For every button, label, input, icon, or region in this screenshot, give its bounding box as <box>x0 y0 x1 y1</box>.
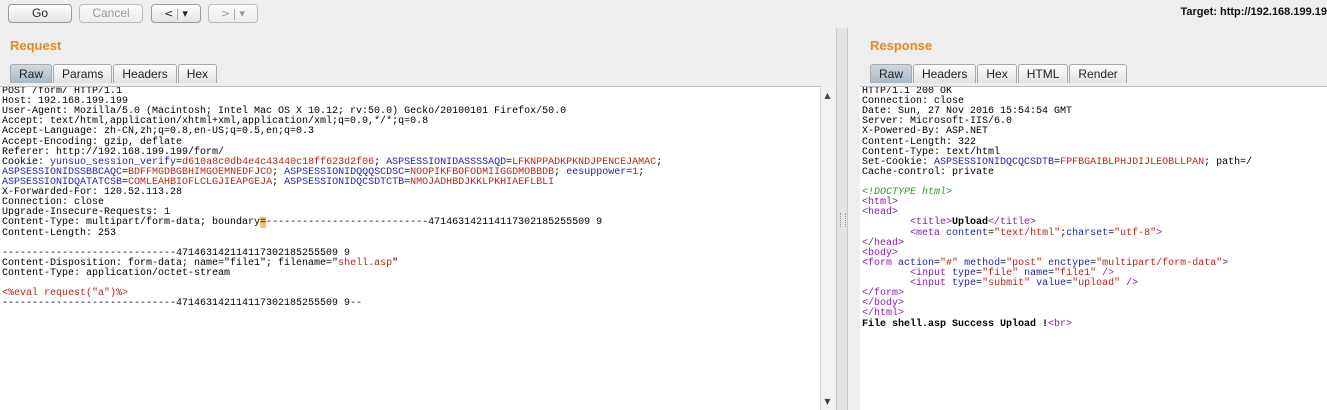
request-tab-raw[interactable]: Raw <box>10 64 53 83</box>
response-tab-render[interactable]: Render <box>1069 64 1127 83</box>
text-segment: /> <box>1120 278 1139 290</box>
back-history-dropdown-icon[interactable]: ▾ <box>182 7 188 20</box>
response-line: <meta content="text/html";charset="utf-8… <box>862 227 1327 239</box>
text-segment: content <box>946 227 989 239</box>
response-title: Response <box>870 38 933 53</box>
text-segment: <input <box>910 278 953 290</box>
response-line: File shell.asp Success Upload !<br> <box>862 318 1327 330</box>
text-segment: ; path=/ <box>1204 156 1253 168</box>
text-segment: ---------------------------4714631421141… <box>266 217 603 229</box>
scroll-up-icon[interactable]: ▲ <box>821 89 834 102</box>
text-segment: " <box>392 257 399 269</box>
text-segment: type <box>952 278 977 290</box>
text-segment: Cache-control: private <box>862 166 995 178</box>
text-segment: ; <box>656 156 663 168</box>
request-line: -----------------------------47146314211… <box>2 299 820 309</box>
text-segment: > <box>1156 227 1163 239</box>
request-scrollbar[interactable]: ▲ ▼ <box>820 87 834 410</box>
response-line: <!DOCTYPE html> <box>862 188 1327 198</box>
back-arrow-icon: < <box>164 7 174 20</box>
text-segment: FPFBGAIBLPHJDIJLEOBLLPAN <box>1060 156 1205 168</box>
text-segment: Content-Type: application/octet-stream <box>2 267 231 279</box>
text-segment: eesuppower <box>566 166 627 178</box>
text-segment: charset <box>1066 227 1109 239</box>
forward-arrow-icon: > <box>221 7 231 20</box>
request-line: Content-Type: multipart/form-data; bound… <box>2 217 820 229</box>
response-line: </head> <box>862 238 1327 249</box>
response-tabs: Raw Headers Hex HTML Render <box>870 64 1128 84</box>
request-tab-params[interactable]: Params <box>53 64 113 83</box>
response-line: <input type="submit" value="upload" /> <box>862 279 1327 289</box>
text-segment: ASPSESSIONIDQCSDTCTB <box>284 176 405 188</box>
text-segment: ; <box>638 166 645 178</box>
drag-grip-icon <box>840 213 846 227</box>
text-segment: NMOJADHBDJKKLPKHIAEFLBLI <box>410 176 555 188</box>
response-line: </form> <box>862 289 1327 299</box>
text-segment: "multipart/form-data" <box>1096 257 1223 269</box>
response-line: <html> <box>862 198 1327 208</box>
forward-history-dropdown-icon[interactable]: ▾ <box>239 7 245 20</box>
text-segment: <br> <box>1048 318 1073 330</box>
toolbar: Go Cancel < ▾ > ▾ Target: http://192.168.1… <box>0 0 1327 28</box>
request-tab-headers[interactable]: Headers <box>113 64 177 83</box>
text-segment: ; <box>554 166 567 178</box>
text-segment: shell.asp <box>338 257 393 269</box>
split-pane-divider[interactable] <box>836 28 848 410</box>
text-segment: <meta <box>910 227 947 239</box>
response-line: </body> <box>862 299 1327 309</box>
response-line: Cache-control: private <box>862 166 1327 178</box>
text-segment: "upload" <box>1072 278 1121 290</box>
response-editor[interactable]: HTTP/1.1 200 OK Connection: close Date: Su… <box>860 86 1327 410</box>
request-title: Request <box>10 38 62 53</box>
text-segment: -----------------------------47146314211… <box>2 298 363 310</box>
text-segment: File shell.asp Success Upload ! <box>862 318 1049 330</box>
response-tab-hex[interactable]: Hex <box>977 64 1017 83</box>
text-segment: "utf-8" <box>1114 227 1157 239</box>
target-label[interactable]: Target: http://192.168.199.19 <box>1180 6 1327 18</box>
back-button[interactable]: < ▾ <box>151 4 201 23</box>
text-segment: "text/html" <box>994 227 1061 239</box>
forward-button[interactable]: > ▾ <box>208 4 258 23</box>
response-tab-raw[interactable]: Raw <box>870 64 913 83</box>
request-line: X-Forwarded-For: 120.52.113.28 <box>2 188 820 198</box>
text-segment: > <box>1222 257 1229 269</box>
response-tab-html[interactable]: HTML <box>1017 64 1069 83</box>
request-line: Content-Length: 253 <box>2 227 820 239</box>
request-tabs: Raw Params Headers Hex <box>10 64 218 84</box>
go-button[interactable]: Go <box>8 4 72 23</box>
cancel-button[interactable]: Cancel <box>79 4 143 23</box>
response-tab-headers[interactable]: Headers <box>913 64 977 83</box>
text-segment: Content-Length: 253 <box>2 227 117 239</box>
request-line: Content-Type: application/octet-stream <box>2 267 820 279</box>
text-segment: value <box>1036 278 1067 290</box>
request-editor[interactable]: POST /form/ HTTP/1.1 Host: 192.168.199.19… <box>0 86 820 410</box>
scroll-down-icon[interactable]: ▼ <box>821 395 834 408</box>
text-segment: "submit" <box>982 278 1031 290</box>
text-segment: ; <box>272 176 285 188</box>
request-tab-hex[interactable]: Hex <box>177 64 218 83</box>
